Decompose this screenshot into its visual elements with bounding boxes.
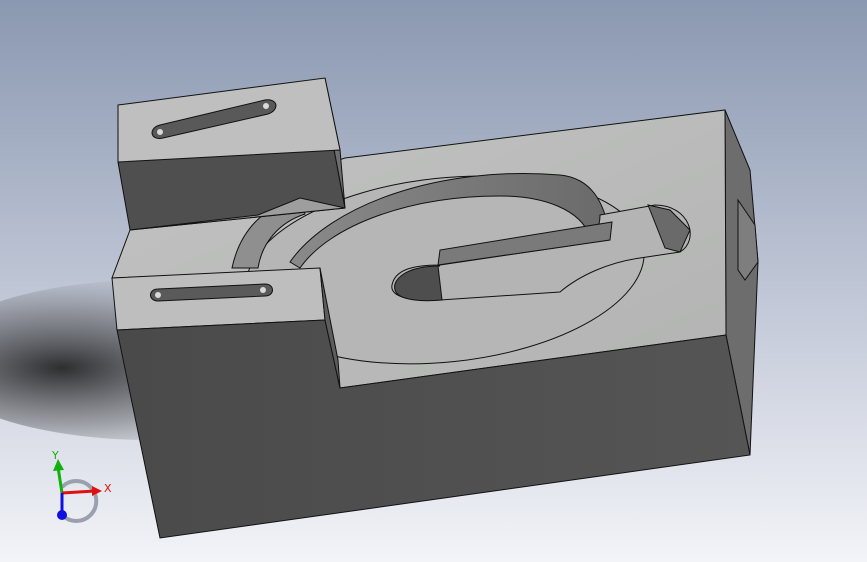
front-slot-hole-right	[260, 287, 266, 293]
x-axis-line	[61, 489, 96, 495]
y-axis-label: Y	[51, 449, 59, 462]
back-slot-hole-right	[263, 103, 269, 109]
front-slot-hole-left	[155, 292, 161, 298]
triad-arc	[60, 479, 99, 523]
x-axis-label: X	[104, 482, 112, 495]
graphics-viewport[interactable]: X Y	[0, 0, 867, 562]
orientation-triad[interactable]: X Y	[40, 445, 130, 530]
cad-model-view[interactable]	[0, 0, 867, 562]
front-tab-top	[111, 267, 326, 331]
back-slot-hole-left	[157, 129, 163, 135]
z-axis-arrow	[57, 510, 67, 520]
y-axis-line	[56, 466, 64, 494]
